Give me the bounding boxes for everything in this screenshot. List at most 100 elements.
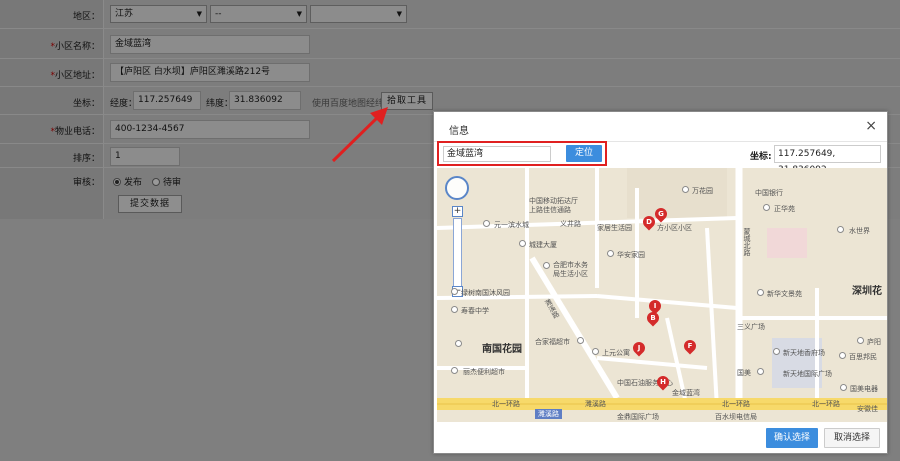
phone-label: *物业电话：	[50, 124, 100, 137]
row-region: 地区： 江苏 ▼ -- ▼ ▼	[0, 0, 900, 29]
marker-letter: J	[637, 344, 641, 352]
map-label: 金鼎国际广场	[617, 413, 659, 421]
close-icon[interactable]: ×	[865, 118, 877, 134]
review-publish-label: 发布	[124, 178, 143, 188]
poi-icon	[451, 288, 458, 295]
map-marker[interactable]: H	[654, 373, 672, 391]
map-label: 绿树南国沐风园	[461, 289, 510, 297]
poi-icon	[682, 186, 689, 193]
district-select[interactable]: ▼	[310, 5, 407, 23]
poi-icon	[837, 226, 844, 233]
submit-button[interactable]: 提交数据	[118, 195, 182, 213]
poi-icon	[455, 340, 462, 347]
poi-icon	[607, 250, 614, 257]
zoom-in-button[interactable]: +	[452, 206, 463, 217]
chevron-down-icon: ▼	[196, 10, 202, 18]
region-label: 地区：	[72, 12, 100, 22]
map-label: 上元公寓	[602, 349, 630, 357]
chevron-down-icon: ▼	[296, 10, 302, 18]
map-label: 合家福超市	[535, 338, 570, 346]
location-picker-dialog: 信息 × 金域蓝湾 定位 坐标: 117.257649, 31.836092	[433, 111, 888, 454]
name-label-text: 小区名称：	[54, 42, 100, 52]
map-label: 三义广场	[737, 323, 765, 331]
dialog-coord-input[interactable]: 117.257649, 31.836092	[774, 145, 881, 175]
map-label: 局生活小区	[553, 270, 588, 278]
poi-icon	[483, 220, 490, 227]
map-label: 北一环路	[492, 400, 520, 408]
map-label: 金域蓝湾	[672, 389, 700, 397]
chevron-down-icon: ▼	[396, 10, 402, 18]
locate-button[interactable]: 定位	[566, 145, 602, 162]
review-pending-radio[interactable]: 待审	[152, 175, 181, 188]
map-marker[interactable]: F	[681, 337, 699, 355]
map-label: 国美电器	[850, 385, 878, 393]
marker-letter: G	[658, 210, 664, 218]
province-value: 江苏	[115, 9, 134, 19]
map-canvas[interactable]: + − 万花园 中国银行 中国移动拓达厅 上路佳信通路 元一滨水城 义井路 家居…	[437, 168, 887, 422]
map-label: 深圳花	[852, 286, 882, 297]
map-label: 家居生活园	[597, 224, 632, 232]
search-highlight-box: 金域蓝湾 定位	[437, 141, 607, 166]
poi-icon	[840, 384, 847, 391]
dialog-coord-label: 坐标:	[750, 152, 772, 162]
province-select[interactable]: 江苏 ▼	[110, 5, 207, 23]
poi-icon	[592, 348, 599, 355]
map-label: 百水坝电信局	[715, 413, 757, 421]
poi-icon	[839, 352, 846, 359]
review-publish-radio[interactable]: 发布	[113, 175, 142, 188]
map-pan-control[interactable]	[445, 176, 469, 200]
map-label: 蒙城北路	[743, 228, 751, 256]
poi-icon	[757, 368, 764, 375]
radio-unchecked-icon	[152, 178, 160, 186]
poi-icon	[543, 262, 550, 269]
poi-icon	[519, 240, 526, 247]
map-label: 安徽佳	[857, 405, 878, 413]
name-label: *小区名称：	[50, 39, 100, 52]
map-marker[interactable]: B	[644, 309, 662, 327]
map-label: 寿春中学	[461, 307, 489, 315]
dialog-title: 信息	[449, 126, 469, 137]
review-pending-label: 待审	[163, 178, 182, 188]
annotation-arrow	[331, 107, 388, 163]
map-label: 正华苑	[774, 205, 795, 213]
map-label: 南国花园	[482, 344, 522, 355]
lat-input[interactable]: 31.836092	[229, 91, 301, 110]
poi-icon	[773, 348, 780, 355]
row-address: *小区地址： 【庐阳区 白水坝】庐阳区濉溪路212号	[0, 59, 900, 87]
map-label: 新华文景苑	[767, 290, 802, 298]
radio-checked-icon	[113, 178, 121, 186]
row-name: *小区名称： 金域蓝湾	[0, 29, 900, 59]
map-label: 丽杰便利超市	[463, 368, 505, 376]
name-input[interactable]: 金域蓝湾	[110, 35, 310, 54]
map-label: 庐阳	[867, 338, 881, 346]
marker-letter: F	[687, 342, 693, 350]
coord-label: 坐标：	[72, 99, 100, 109]
poi-icon	[763, 204, 770, 211]
sort-input[interactable]: 1	[110, 147, 180, 166]
map-label: 中国银行	[755, 189, 783, 197]
map-label: 城建大厦	[529, 241, 557, 249]
cancel-select-button[interactable]: 取消选择	[824, 428, 880, 448]
phone-input[interactable]: 400-1234-4567	[110, 120, 310, 139]
map-marker[interactable]: J	[630, 339, 648, 357]
map-label: 水世界	[849, 227, 870, 235]
map-label: 元一滨水城	[494, 221, 529, 229]
map-label: 万花园	[692, 187, 713, 195]
map-label: 上路佳信通路	[529, 206, 571, 214]
city-select[interactable]: -- ▼	[210, 5, 307, 23]
map-label: 义井路	[560, 220, 581, 228]
zoom-slider[interactable]	[453, 218, 462, 288]
map-label: 新天地香府场	[783, 349, 825, 357]
confirm-select-button[interactable]: 确认选择	[766, 428, 818, 448]
map-label: 北一环路	[722, 400, 750, 408]
search-input[interactable]: 金域蓝湾	[443, 146, 551, 162]
map-marker[interactable]: G	[652, 205, 670, 223]
phone-label-text: 物业电话：	[54, 127, 100, 137]
address-label-text: 小区地址：	[54, 71, 100, 81]
marker-letter: H	[660, 378, 666, 386]
map-label: 百思邦民	[849, 353, 877, 361]
lng-input[interactable]: 117.257649	[133, 91, 201, 110]
address-input[interactable]: 【庐阳区 白水坝】庐阳区濉溪路212号	[110, 63, 310, 82]
marker-letter: D	[646, 218, 652, 226]
sort-label: 排序：	[72, 154, 100, 164]
